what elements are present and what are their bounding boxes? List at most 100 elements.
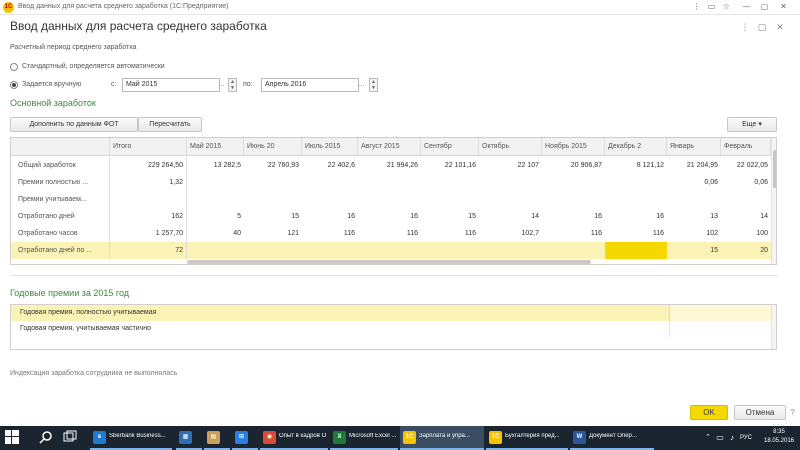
table-cell[interactable]: 40: [187, 225, 244, 242]
bonus-value-cell[interactable]: [669, 305, 771, 321]
period-to-select-button[interactable]: ...: [357, 78, 366, 92]
table-cell[interactable]: [244, 174, 302, 191]
period-to-spinner[interactable]: ▲ ▼: [369, 78, 378, 92]
table-cell[interactable]: 20 906,87: [542, 157, 605, 174]
table-cell[interactable]: [605, 174, 667, 191]
table-cell[interactable]: 116: [302, 225, 358, 242]
table-cell[interactable]: 14: [721, 208, 771, 225]
ok-button[interactable]: OK: [690, 405, 728, 420]
table-cell[interactable]: [244, 242, 302, 259]
volume-icon[interactable]: ♪: [724, 430, 740, 446]
table-cell[interactable]: [358, 242, 421, 259]
table-cell[interactable]: [302, 174, 358, 191]
table-cell[interactable]: [605, 242, 667, 259]
more-button[interactable]: Еще ▾: [727, 117, 777, 132]
taskbar-app[interactable]: ⊞: [232, 426, 258, 450]
column-header[interactable]: Итого: [110, 138, 187, 156]
table-cell[interactable]: 15: [421, 208, 479, 225]
table-cell[interactable]: 102: [667, 225, 721, 242]
table-cell[interactable]: [479, 174, 542, 191]
table-row[interactable]: Премии полностью ... 1,32 0,06 0,06: [11, 174, 771, 191]
table-cell[interactable]: [358, 174, 421, 191]
table-cell[interactable]: [187, 174, 244, 191]
table-cell[interactable]: [421, 174, 479, 191]
table-cell[interactable]: 15: [667, 242, 721, 259]
maximize-icon[interactable]: ▢: [758, 1, 771, 13]
table-cell[interactable]: 16: [605, 208, 667, 225]
table-cell[interactable]: [187, 242, 244, 259]
spin-down-icon[interactable]: ▼: [370, 85, 377, 91]
table-cell[interactable]: [302, 191, 358, 208]
table-cell[interactable]: 102,7: [479, 225, 542, 242]
taskbar-app[interactable]: ▦: [176, 426, 202, 450]
table-cell[interactable]: [302, 242, 358, 259]
windows-start-icon[interactable]: [4, 430, 20, 446]
table-cell[interactable]: [479, 191, 542, 208]
table-cell[interactable]: 8 121,12: [605, 157, 667, 174]
taskbar-app[interactable]: 1С Бухгалтерия пред...: [486, 426, 568, 450]
taskbar-app[interactable]: e Sberbank Business...: [90, 426, 172, 450]
table-row[interactable]: Премии учитываем...: [11, 191, 771, 208]
column-header[interactable]: Сентябр: [421, 138, 479, 156]
period-from-input[interactable]: Май 2015: [122, 78, 220, 92]
table-row[interactable]: Отработано дней 162 5 15 16 16 15 14 16 16 13 14: [11, 208, 771, 225]
table-cell[interactable]: 13: [667, 208, 721, 225]
search-icon[interactable]: [38, 430, 54, 446]
clock[interactable]: 8:35 18.05.2016: [762, 428, 796, 446]
table-row[interactable]: Отработано дней по ... 72 15 20: [11, 242, 771, 259]
taskbar-app[interactable]: W Документ Опер...: [570, 426, 654, 450]
table-cell[interactable]: 15: [244, 208, 302, 225]
table-cell[interactable]: [542, 174, 605, 191]
favorite-star-icon[interactable]: ☆: [720, 1, 733, 13]
fill-from-payroll-button[interactable]: Дополнить по данным ФОТ: [10, 117, 138, 132]
table-cell[interactable]: 22 022,05: [721, 157, 771, 174]
table-cell[interactable]: 121: [244, 225, 302, 242]
table-cell[interactable]: 21 994,26: [358, 157, 421, 174]
table-row[interactable]: Общий заработок 229 264,50 13 282,5 22 760,…: [11, 157, 771, 174]
recalculate-button[interactable]: Пересчитать: [138, 117, 202, 132]
table-cell[interactable]: 14: [479, 208, 542, 225]
taskbar-app[interactable]: X Microsoft Excel ...: [330, 426, 398, 450]
table-cell[interactable]: 22 760,93: [244, 157, 302, 174]
table-cell[interactable]: [358, 191, 421, 208]
column-header[interactable]: Август 2015: [358, 138, 421, 156]
table-cell[interactable]: [542, 191, 605, 208]
period-from-spinner[interactable]: ▲ ▼: [228, 78, 237, 92]
table-cell[interactable]: 13 282,5: [187, 157, 244, 174]
vertical-scrollbar[interactable]: [771, 138, 776, 264]
taskbar-app[interactable]: ▤: [204, 426, 230, 450]
spin-down-icon[interactable]: ▼: [229, 85, 236, 91]
table-cell[interactable]: 0,06: [721, 174, 771, 191]
period-from-select-button[interactable]: ...: [217, 78, 226, 92]
horizontal-scrollbar[interactable]: [187, 260, 591, 264]
column-header[interactable]: Январь: [667, 138, 721, 156]
form-menu-icon[interactable]: ⋮: [740, 22, 750, 32]
window-layout-icon[interactable]: ▭: [705, 1, 718, 13]
table-cell[interactable]: [721, 191, 771, 208]
help-button[interactable]: ?: [788, 405, 797, 420]
language-indicator[interactable]: РУС: [740, 435, 752, 441]
minimize-icon[interactable]: —: [740, 1, 753, 13]
table-cell[interactable]: [542, 242, 605, 259]
table-cell[interactable]: [244, 191, 302, 208]
cancel-button[interactable]: Отмена: [734, 405, 786, 420]
table-cell[interactable]: [667, 191, 721, 208]
table-cell[interactable]: [421, 242, 479, 259]
period-to-input[interactable]: Апрель 2016: [261, 78, 359, 92]
close-icon[interactable]: ✕: [777, 1, 790, 13]
list-item[interactable]: Годовая премия, учитываемая частично: [11, 321, 771, 337]
scrollbar-thumb[interactable]: [773, 150, 776, 188]
table-row[interactable]: Отработано часов 1 257,70 40 121 116 116 116 10…: [11, 225, 771, 242]
table-cell[interactable]: 21 204,95: [667, 157, 721, 174]
table-cell[interactable]: 16: [302, 208, 358, 225]
table-cell[interactable]: 100: [721, 225, 771, 242]
form-maximize-icon[interactable]: ▢: [757, 22, 767, 32]
table-cell[interactable]: 0,06: [667, 174, 721, 191]
column-header[interactable]: Февраль: [721, 138, 771, 156]
taskbar-app[interactable]: ◉Опыт в кадров ООО...: [260, 426, 328, 450]
column-header[interactable]: Май 2015: [187, 138, 244, 156]
radio-manual-period[interactable]: [10, 81, 18, 89]
task-view-icon[interactable]: [62, 430, 78, 446]
column-header[interactable]: Декабрь 2: [605, 138, 667, 156]
form-close-icon[interactable]: ✕: [775, 22, 785, 32]
